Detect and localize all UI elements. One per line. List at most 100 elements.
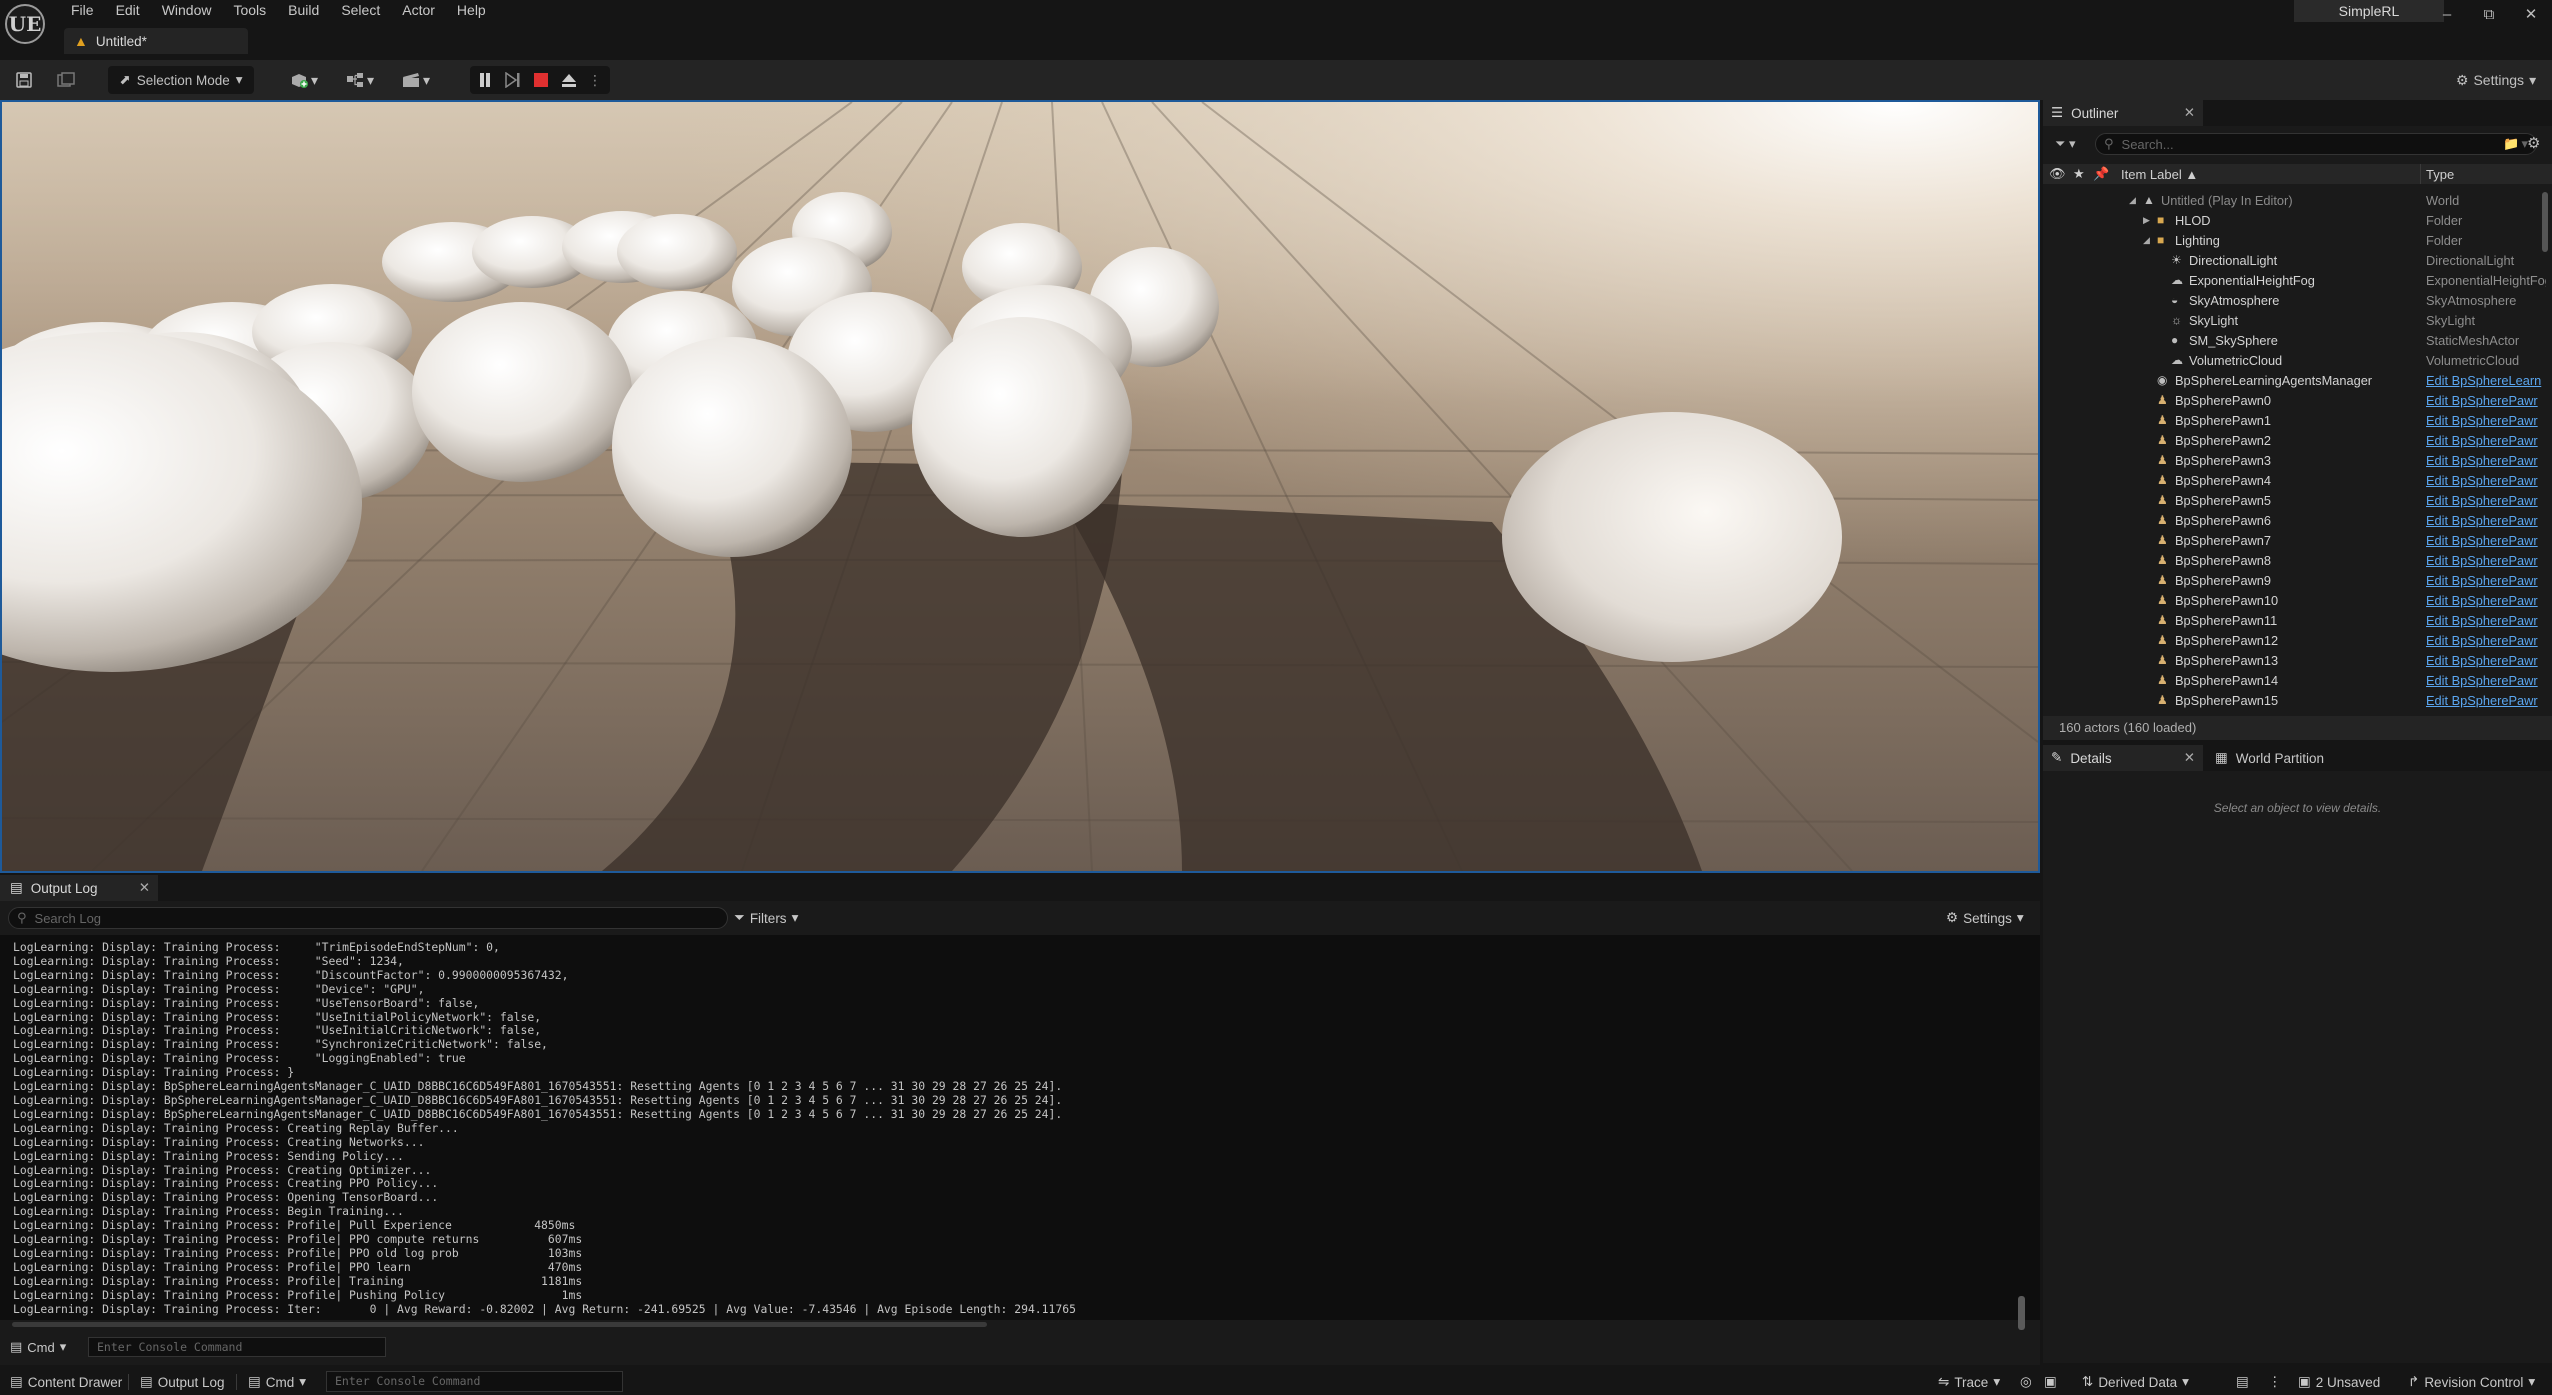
maximize-button[interactable]: ⧉ [2468, 0, 2510, 28]
outliner-scrollbar[interactable] [2542, 192, 2548, 252]
collapse-arrow-icon[interactable]: ◢ [2129, 195, 2136, 206]
column-divider[interactable] [2420, 164, 2421, 184]
outliner-search-input[interactable]: ⚲ Search... ▾ [2095, 133, 2537, 155]
world-partition-tab[interactable]: ▦ World Partition [2207, 745, 2324, 771]
outliner-row[interactable]: ◉ BpSphereLearningAgentsManager Edit BpSph… [2043, 370, 2552, 390]
outliner-row[interactable]: ♟ BpSpherePawn6 Edit BpSpherePawr [2043, 510, 2552, 530]
edit-blueprint-link[interactable]: Edit BpSpherePawr [2426, 613, 2546, 628]
add-folder-icon[interactable]: 📁 [2503, 136, 2519, 152]
details-tab[interactable]: ✎ Details ✕ [2043, 745, 2203, 771]
outliner-tab[interactable]: ☰ Outliner ✕ [2043, 100, 2203, 126]
console-command-input[interactable]: Enter Console Command [88, 1337, 386, 1357]
outliner-settings-gear-icon[interactable]: ⚙ [2527, 134, 2540, 152]
favorite-column-star-icon[interactable]: ★ [2073, 166, 2085, 182]
cmd-dropdown[interactable]: ▤ Cmd ▾ [10, 1337, 66, 1357]
outliner-row[interactable]: ♟ BpSpherePawn5 Edit BpSpherePawr [2043, 490, 2552, 510]
edit-blueprint-link[interactable]: Edit BpSpherePawr [2426, 473, 2546, 488]
settings-dropdown[interactable]: ⚙ Settings ▾ [2448, 66, 2544, 94]
edit-blueprint-link[interactable]: Edit BpSpherePawr [2426, 553, 2546, 568]
outliner-row[interactable]: ♟ BpSpherePawn8 Edit BpSpherePawr [2043, 550, 2552, 570]
pause-icon[interactable] [476, 71, 494, 89]
unreal-logo-icon[interactable]: UE [5, 4, 45, 44]
edit-blueprint-link[interactable]: Edit BpSpherePawr [2426, 633, 2546, 648]
pin-column-icon[interactable]: 📌 [2093, 166, 2109, 182]
outliner-row[interactable]: ♟ BpSpherePawn13 Edit BpSpherePawr [2043, 650, 2552, 670]
edit-blueprint-link[interactable]: Edit BpSpherePawr [2426, 673, 2546, 688]
outliner-row[interactable]: ♟ BpSpherePawn3 Edit BpSpherePawr [2043, 450, 2552, 470]
log-horizontal-scrollbar[interactable] [12, 1322, 987, 1327]
content-drawer-button[interactable]: ▤ Content Drawer [10, 1372, 122, 1392]
close-icon[interactable]: ✕ [139, 880, 150, 896]
edit-blueprint-link[interactable]: Edit BpSpherePawr [2426, 693, 2546, 708]
save-icon[interactable] [12, 66, 36, 94]
source-control-icon[interactable] [54, 66, 78, 94]
outliner-row[interactable]: ♟ BpSpherePawn9 Edit BpSpherePawr [2043, 570, 2552, 590]
edit-blueprint-link[interactable]: Edit BpSpherePawr [2426, 533, 2546, 548]
edit-blueprint-link[interactable]: Edit BpSpherePawr [2426, 653, 2546, 668]
level-viewport[interactable] [0, 100, 2040, 873]
log-settings-dropdown[interactable]: ⚙ Settings ▾ [1946, 907, 2024, 929]
outliner-row[interactable]: ♟ BpSpherePawn10 Edit BpSpherePawr [2043, 590, 2552, 610]
outliner-row[interactable]: ◢ ▲ Untitled (Play In Editor) World [2043, 190, 2552, 210]
edit-blueprint-link[interactable]: Edit BpSpherePawr [2426, 513, 2546, 528]
filter-dropdown-icon[interactable]: ⏷ ▾ [2055, 136, 2076, 152]
edit-blueprint-link[interactable]: Edit BpSpherePawr [2426, 433, 2546, 448]
outliner-folder-row[interactable]: ◢ ■ Lighting Folder [2043, 230, 2552, 250]
outliner-row[interactable]: ◒ SkyAtmosphere SkyAtmosphere [2043, 290, 2552, 310]
outliner-row[interactable]: ♟ BpSpherePawn2 Edit BpSpherePawr [2043, 430, 2552, 450]
outliner-row[interactable]: ☁ ExponentialHeightFog ExponentialHeightFo… [2043, 270, 2552, 290]
output-log-tab[interactable]: ▤ Output Log ✕ [0, 875, 158, 901]
outliner-row[interactable]: ♟ BpSpherePawn7 Edit BpSpherePawr [2043, 530, 2552, 550]
menu-actor[interactable]: Actor [391, 0, 446, 20]
close-icon[interactable]: ✕ [2184, 105, 2195, 121]
trace-dropdown[interactable]: ⇋ Trace ▾ [1938, 1372, 2000, 1392]
add-actor-button[interactable]: ▾ [284, 66, 324, 94]
edit-blueprint-link[interactable]: Edit BpSpherePawr [2426, 413, 2546, 428]
outliner-row[interactable]: ☁ VolumetricCloud VolumetricCloud [2043, 350, 2552, 370]
outliner-row[interactable]: ♟ BpSpherePawn0 Edit BpSpherePawr [2043, 390, 2552, 410]
selection-mode-dropdown[interactable]: ⬈ Selection Mode ▾ [108, 66, 254, 94]
unsaved-button[interactable]: ▣ 2 Unsaved [2298, 1372, 2380, 1392]
menu-help[interactable]: Help [446, 0, 497, 20]
status-console-input[interactable]: Enter Console Command [326, 1371, 623, 1392]
revision-control-dropdown[interactable]: ↱ Revision Control ▾ [2408, 1372, 2535, 1392]
menu-edit[interactable]: Edit [105, 0, 151, 20]
edit-blueprint-link[interactable]: Edit BpSpherePawr [2426, 493, 2546, 508]
status-cmd-dropdown[interactable]: ▤ Cmd ▾ [248, 1372, 306, 1392]
edit-blueprint-link[interactable]: Edit BpSpherePawr [2426, 393, 2546, 408]
visibility-column-eye-icon[interactable]: 👁 [2049, 166, 2066, 182]
minimize-button[interactable]: – [2426, 0, 2468, 28]
log-body[interactable]: LogLearning: Display: Training Process: … [0, 935, 2040, 1320]
eject-icon[interactable] [560, 71, 578, 89]
cinematics-button[interactable]: ▾ [396, 66, 436, 94]
outliner-row[interactable]: ♟ BpSpherePawn4 Edit BpSpherePawr [2043, 470, 2552, 490]
menu-tools[interactable]: Tools [222, 0, 277, 20]
collapse-arrow-icon[interactable]: ◢ [2143, 235, 2150, 246]
edit-blueprint-link[interactable]: Edit BpSpherePawr [2426, 593, 2546, 608]
expand-arrow-icon[interactable]: ▶ [2143, 215, 2150, 226]
level-document-tab[interactable]: ▲ Untitled* [64, 28, 248, 54]
more-options-icon[interactable]: ⋮ [2268, 1372, 2282, 1392]
outliner-row[interactable]: ♟ BpSpherePawn11 Edit BpSpherePawr [2043, 610, 2552, 630]
menu-select[interactable]: Select [330, 0, 391, 20]
edit-blueprint-link[interactable]: Edit BpSpherePawr [2426, 573, 2546, 588]
outliner-row[interactable]: ☀ DirectionalLight DirectionalLight [2043, 250, 2552, 270]
outliner-row[interactable]: ♟ BpSpherePawn12 Edit BpSpherePawr [2043, 630, 2552, 650]
outliner-folder-row[interactable]: ▶ ■ HLOD Folder [2043, 210, 2552, 230]
screenshot-icon[interactable]: ▣ [2044, 1372, 2057, 1392]
type-column-header[interactable]: Type [2426, 167, 2454, 182]
edit-blueprint-link[interactable]: Edit BpSpherePawr [2426, 453, 2546, 468]
item-label-column-header[interactable]: Item Label ▲ [2121, 167, 2198, 182]
log-vertical-scrollbar[interactable] [2018, 1296, 2025, 1330]
menu-build[interactable]: Build [277, 0, 330, 20]
output-log-button[interactable]: ▤ Output Log [140, 1372, 225, 1392]
outliner-row[interactable]: ♟ BpSpherePawn1 Edit BpSpherePawr [2043, 410, 2552, 430]
outliner-row[interactable]: ♟ BpSpherePawn14 Edit BpSpherePawr [2043, 670, 2552, 690]
outliner-row[interactable]: ☼ SkyLight SkyLight [2043, 310, 2552, 330]
blueprint-button[interactable]: ▾ [340, 66, 380, 94]
outliner-row[interactable]: ♟ BpSpherePawn15 Edit BpSpherePawr [2043, 690, 2552, 710]
close-window-button[interactable]: ✕ [2510, 0, 2552, 28]
outliner-row[interactable]: ● SM_SkySphere StaticMeshActor [2043, 330, 2552, 350]
close-icon[interactable]: ✕ [2184, 750, 2195, 766]
log-search-input[interactable]: ⚲ Search Log [8, 907, 728, 929]
